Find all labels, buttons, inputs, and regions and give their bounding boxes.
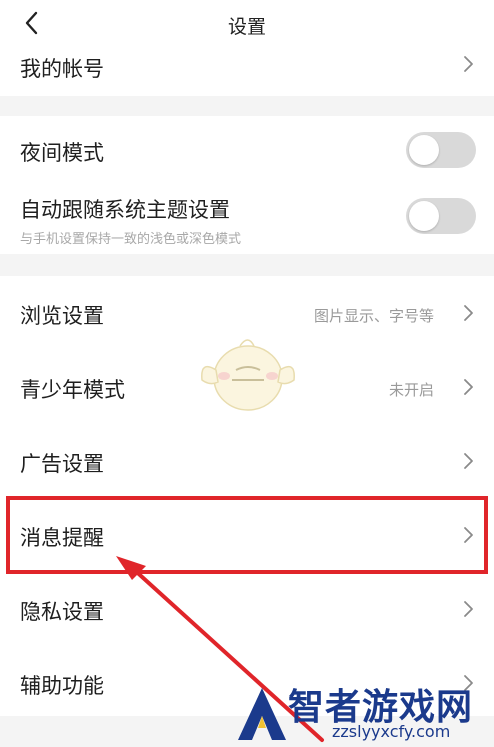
page-title: 设置 (227, 16, 266, 38)
follow-system-toggle[interactable] (406, 198, 476, 234)
night-mode-toggle[interactable] (406, 132, 476, 168)
row-label: 广告设置 (20, 452, 104, 476)
watermark: 智者游戏网 zzslyyxcfy.com (232, 678, 494, 747)
chevron-right-icon (464, 453, 473, 469)
watermark-logo-icon (238, 688, 286, 740)
row-label: 浏览设置 (20, 304, 104, 328)
settings-screen: 设置 我的帐号 夜间模式 自动跟随系统主题设置 与手机设置保持一致的浅色或深色模… (0, 0, 494, 747)
row-label: 隐私设置 (20, 600, 104, 624)
row-label: 夜间模式 (20, 141, 104, 165)
highlight-box (6, 496, 488, 574)
row-label: 我的帐号 (20, 57, 104, 81)
settings-row-privacy[interactable]: 隐私设置 (0, 572, 494, 646)
settings-row-night-mode: 夜间模式 (0, 116, 494, 186)
toggle-knob (409, 135, 439, 165)
header-bar: 设置 (0, 0, 494, 46)
row-value: 未开启 (388, 381, 434, 399)
row-description: 与手机设置保持一致的浅色或深色模式 (20, 232, 242, 247)
settings-row-account[interactable]: 我的帐号 (0, 46, 494, 96)
chevron-right-icon (464, 305, 473, 321)
display-mode-group: 夜间模式 自动跟随系统主题设置 与手机设置保持一致的浅色或深色模式 (0, 116, 494, 254)
settings-row-follow-system: 自动跟随系统主题设置 与手机设置保持一致的浅色或深色模式 (0, 186, 494, 254)
settings-row-ads[interactable]: 广告设置 (0, 424, 494, 498)
row-label: 辅助功能 (20, 674, 104, 698)
account-group: 我的帐号 (0, 46, 494, 96)
chevron-right-icon (464, 56, 473, 72)
row-label: 自动跟随系统主题设置 (20, 198, 230, 222)
mascot-illustration (201, 339, 295, 411)
toggle-knob (409, 201, 439, 231)
chevron-right-icon (464, 601, 473, 617)
row-label: 青少年模式 (20, 378, 125, 402)
watermark-url: zzslyyxcfy.com (332, 722, 451, 741)
row-value: 图片显示、字号等 (313, 307, 434, 325)
chevron-right-icon (464, 379, 473, 395)
